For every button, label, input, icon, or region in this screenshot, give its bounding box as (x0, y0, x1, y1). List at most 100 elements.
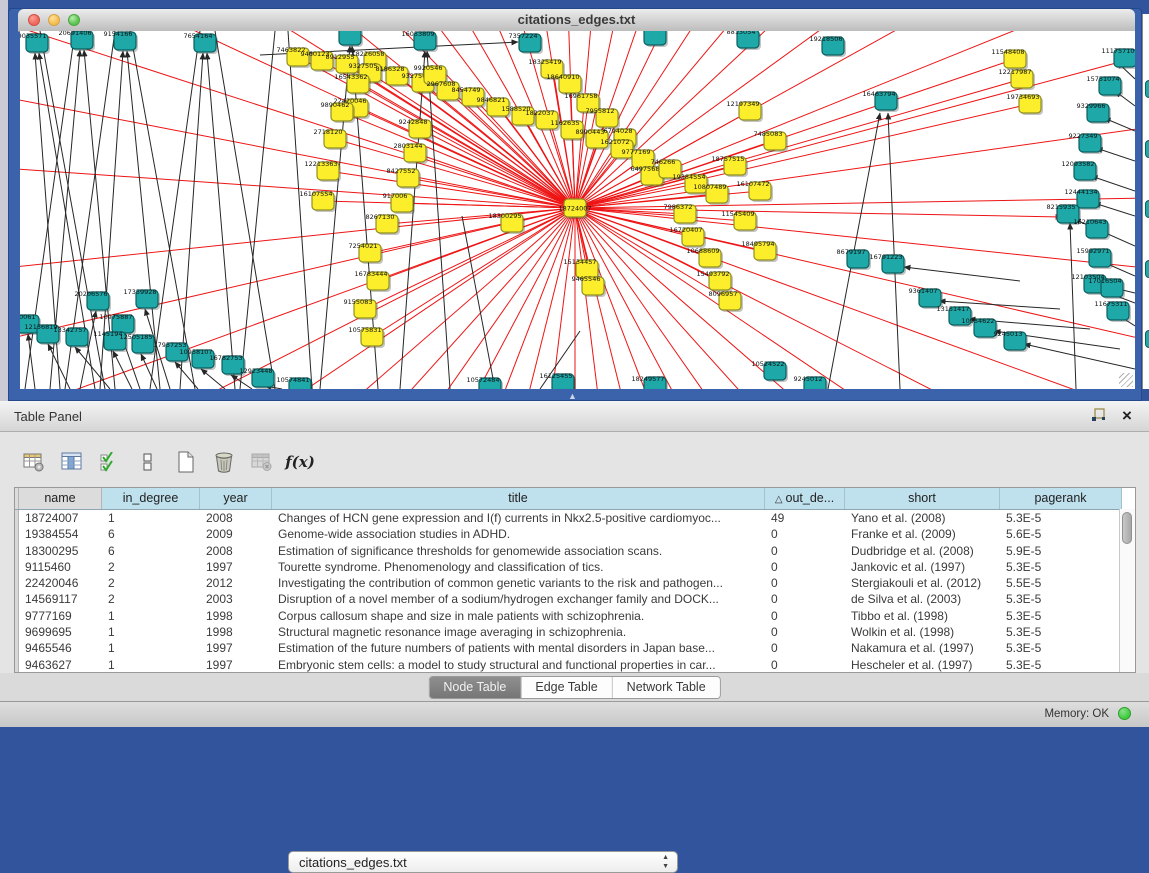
cell-title[interactable]: Estimation of the future numbers of pati… (272, 640, 765, 656)
cell-name[interactable]: 19384554 (19, 526, 102, 542)
column-header-name[interactable]: name (19, 488, 102, 509)
cell-name[interactable]: 9115460 (19, 559, 102, 575)
cell-name[interactable]: 22420046 (19, 575, 102, 591)
cell-title[interactable]: Corpus callosum shape and size in male p… (272, 608, 765, 624)
show-columns-button[interactable] (60, 450, 84, 474)
cell-short[interactable]: Yano et al. (2008) (845, 510, 1000, 526)
table-settings-button[interactable] (22, 450, 46, 474)
cell-out_degree[interactable]: 0 (765, 608, 845, 624)
cell-title[interactable]: Structural magnetic resonance image aver… (272, 624, 765, 640)
cell-pagerank[interactable]: 5.3E-5 (1000, 510, 1122, 526)
table-row[interactable]: 977716911998Corpus callosum shape and si… (15, 608, 1135, 624)
graph-node[interactable] (644, 31, 666, 45)
cell-in_degree[interactable]: 2 (102, 559, 200, 575)
table-row[interactable]: 1872400712008Changes of HCN gene express… (15, 510, 1135, 526)
scrollbar-thumb[interactable] (1122, 512, 1132, 544)
cell-title[interactable]: Estimation of significance thresholds fo… (272, 543, 765, 559)
cell-year[interactable]: 1998 (200, 608, 272, 624)
cell-out_degree[interactable]: 0 (765, 575, 845, 591)
cell-pagerank[interactable]: 5.3E-5 (1000, 640, 1122, 656)
cell-short[interactable]: Wolkin et al. (1998) (845, 624, 1000, 640)
cell-short[interactable]: Nakamura et al. (1997) (845, 640, 1000, 656)
cell-in_degree[interactable]: 1 (102, 624, 200, 640)
table-row[interactable]: 1456911722003Disruption of a novel membe… (15, 591, 1135, 607)
column-header-year[interactable]: year (200, 488, 272, 509)
cell-short[interactable]: Stergiakouli et al. (2012) (845, 575, 1000, 591)
new-column-button[interactable] (174, 450, 198, 474)
cell-pagerank[interactable]: 5.3E-5 (1000, 608, 1122, 624)
resize-grip[interactable] (1119, 373, 1133, 387)
table-selector-combobox[interactable]: citations_edges.txt ▲▼ (288, 851, 678, 873)
cell-out_degree[interactable]: 0 (765, 640, 845, 656)
cell-pagerank[interactable]: 5.9E-5 (1000, 543, 1122, 559)
cell-in_degree[interactable]: 1 (102, 640, 200, 656)
cell-out_degree[interactable]: 0 (765, 559, 845, 575)
cell-year[interactable]: 2008 (200, 543, 272, 559)
float-panel-button[interactable] (1089, 407, 1109, 425)
column-header-in_degree[interactable]: in_degree (102, 488, 200, 509)
table-row[interactable]: 2242004622012Investigating the contribut… (15, 575, 1135, 591)
cell-out_degree[interactable]: 0 (765, 526, 845, 542)
cell-pagerank[interactable]: 5.5E-5 (1000, 575, 1122, 591)
cell-short[interactable]: Hescheler et al. (1997) (845, 657, 1000, 673)
column-header-title[interactable]: title (272, 488, 765, 509)
cell-title[interactable]: Embryonic stem cells: a model to study s… (272, 657, 765, 673)
tab-edge-table[interactable]: Edge Table (521, 677, 612, 698)
cell-in_degree[interactable]: 1 (102, 608, 200, 624)
tab-network-table[interactable]: Network Table (613, 677, 720, 698)
cell-out_degree[interactable]: 0 (765, 624, 845, 640)
cell-in_degree[interactable]: 6 (102, 526, 200, 542)
cell-name[interactable]: 18300295 (19, 543, 102, 559)
table-row[interactable]: 1938455462009Genome-wide association stu… (15, 526, 1135, 542)
cell-name[interactable]: 14569117 (19, 591, 102, 607)
cell-name[interactable]: 9699695 (19, 624, 102, 640)
row-height-button[interactable] (136, 450, 160, 474)
cell-pagerank[interactable]: 5.3E-5 (1000, 591, 1122, 607)
delete-table-button-disabled[interactable] (250, 450, 274, 474)
table-row[interactable]: 946362711997Embryonic stem cells: a mode… (15, 657, 1135, 673)
table-row[interactable]: 946554611997Estimation of the future num… (15, 640, 1135, 656)
cell-title[interactable]: Investigating the contribution of common… (272, 575, 765, 591)
column-header-short[interactable]: short (845, 488, 1000, 509)
window-titlebar[interactable]: citations_edges.txt (18, 9, 1135, 32)
split-pane-handle[interactable]: ▲ (568, 392, 577, 401)
cell-year[interactable]: 1997 (200, 559, 272, 575)
cell-name[interactable]: 18724007 (19, 510, 102, 526)
cell-year[interactable]: 2008 (200, 510, 272, 526)
tab-node-table[interactable]: Node Table (429, 677, 521, 698)
cell-in_degree[interactable]: 6 (102, 543, 200, 559)
table-row[interactable]: 1830029562008Estimation of significance … (15, 543, 1135, 559)
cell-out_degree[interactable]: 49 (765, 510, 845, 526)
cell-out_degree[interactable]: 0 (765, 543, 845, 559)
cell-short[interactable]: Dudbridge et al. (2008) (845, 543, 1000, 559)
cell-pagerank[interactable]: 5.3E-5 (1000, 657, 1122, 673)
function-builder-button[interactable]: f(x) (288, 450, 312, 474)
cell-title[interactable]: Genome-wide association studies in ADHD. (272, 526, 765, 542)
cell-name[interactable]: 9463627 (19, 657, 102, 673)
cell-short[interactable]: de Silva et al. (2003) (845, 591, 1000, 607)
table-row[interactable]: 911546021997Tourette syndrome. Phenomeno… (15, 559, 1135, 575)
cell-year[interactable]: 2012 (200, 575, 272, 591)
citation-network-graph[interactable]: 7463822946012389129551822605893275051654… (20, 31, 1135, 389)
network-view-canvas[interactable]: 7463822946012389129551822605893275051654… (20, 31, 1135, 389)
cell-short[interactable]: Franke et al. (2009) (845, 526, 1000, 542)
cell-name[interactable]: 9777169 (19, 608, 102, 624)
cell-title[interactable]: Disruption of a novel member of a sodium… (272, 591, 765, 607)
cell-title[interactable]: Changes of HCN gene expression and I(f) … (272, 510, 765, 526)
cell-out_degree[interactable]: 0 (765, 657, 845, 673)
close-panel-button[interactable]: × (1117, 407, 1137, 425)
cell-short[interactable]: Tibbo et al. (1998) (845, 608, 1000, 624)
cell-year[interactable]: 2009 (200, 526, 272, 542)
select-columns-button[interactable] (98, 450, 122, 474)
column-header-pagerank[interactable]: pagerank (1000, 488, 1122, 509)
memory-ok-indicator[interactable] (1118, 707, 1131, 720)
vertical-scrollbar[interactable] (1119, 509, 1135, 672)
cell-year[interactable]: 2003 (200, 591, 272, 607)
cell-pagerank[interactable]: 5.3E-5 (1000, 559, 1122, 575)
cell-in_degree[interactable]: 1 (102, 510, 200, 526)
cell-name[interactable]: 9465546 (19, 640, 102, 656)
cell-in_degree[interactable]: 1 (102, 657, 200, 673)
cell-title[interactable]: Tourette syndrome. Phenomenology and cla… (272, 559, 765, 575)
cell-out_degree[interactable]: 0 (765, 591, 845, 607)
cell-year[interactable]: 1997 (200, 640, 272, 656)
